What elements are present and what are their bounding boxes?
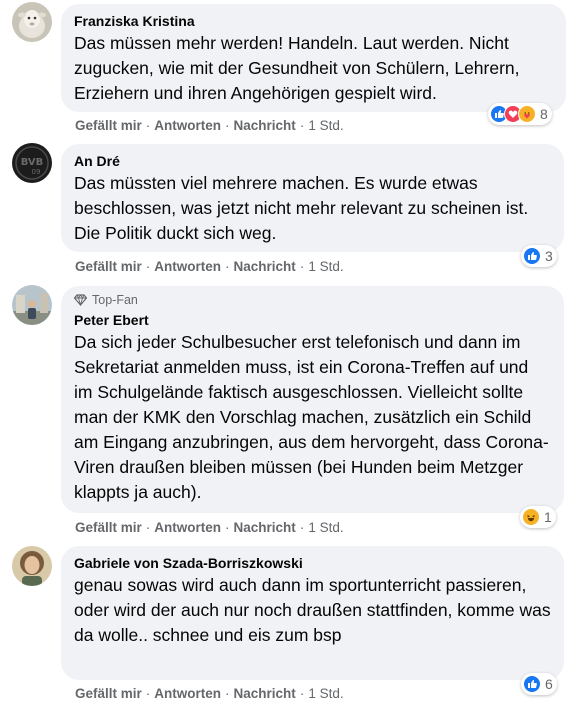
svg-text:09: 09 [32,168,41,176]
reaction-count: 3 [545,248,553,264]
comment-bubble: Top-Fan Peter Ebert Da sich jeder Schulb… [61,286,564,513]
like-icon [523,247,541,265]
reaction-summary[interactable]: 8 [488,103,552,125]
comment-text: Das müssen mehr werden! Handeln. Laut we… [74,33,520,103]
timestamp[interactable]: 1 Std. [308,259,343,274]
like-icon [523,675,541,693]
reaction-summary[interactable]: 1 [520,506,556,528]
message-link[interactable]: Nachricht [234,118,296,133]
avatar[interactable] [12,285,52,325]
reaction-summary[interactable]: 3 [521,245,557,267]
badge-label: Top-Fan [92,293,138,307]
diamond-icon [74,294,87,306]
haha-icon [522,508,540,526]
separator: · [225,118,230,133]
comment-author[interactable]: Peter Ebert [74,311,551,329]
separator: · [299,686,305,701]
message-link[interactable]: Nachricht [234,259,296,274]
care-icon [518,105,536,123]
like-link[interactable]: Gefällt mir [75,686,142,701]
like-link[interactable]: Gefällt mir [75,118,142,133]
reaction-summary[interactable]: 6 [521,673,557,695]
comment-actions: Gefällt mir · Antworten · Nachricht · 1 Std. [75,258,344,276]
separator: · [225,520,230,535]
comment-actions: Gefällt mir · Antworten · Nachricht · 1 Std. [75,117,344,135]
comment-author[interactable]: Franziska Kristina [74,12,553,30]
separator: · [299,259,305,274]
avatar[interactable] [12,546,52,586]
avatar[interactable] [12,2,52,42]
timestamp[interactable]: 1 Std. [308,686,343,701]
comment-text: genau sowas wird auch dann im sportunter… [74,575,551,645]
reaction-count: 6 [545,676,553,692]
reply-link[interactable]: Antworten [154,118,221,133]
reaction-count: 1 [544,509,552,525]
separator: · [145,686,151,701]
message-link[interactable]: Nachricht [234,686,296,701]
comment-bubble: Franziska Kristina Das müssen mehr werde… [61,4,566,112]
timestamp[interactable]: 1 Std. [308,118,343,133]
separator: · [145,259,151,274]
comment-actions: Gefällt mir · Antworten · Nachricht · 1 Std. [75,519,344,537]
separator: · [299,118,305,133]
separator: · [299,520,305,535]
reaction-count: 8 [540,106,548,122]
comment-author[interactable]: Gabriele von Szada-Borriszkowski [74,554,551,572]
reply-link[interactable]: Antworten [154,520,221,535]
like-link[interactable]: Gefällt mir [75,520,142,535]
comment-actions: Gefällt mir · Antworten · Nachricht · 1 Std. [75,685,344,703]
comment-author[interactable]: An Dré [74,152,551,170]
separator: · [225,686,230,701]
avatar[interactable]: BVB 09 [12,143,52,183]
comment-bubble: An Dré Das müssten viel mehrere machen. … [61,144,564,252]
separator: · [225,259,230,274]
reply-link[interactable]: Antworten [154,259,221,274]
svg-text:BVB: BVB [21,157,44,168]
comment-text: Da sich jeder Schulbesucher erst telefon… [74,332,549,502]
message-link[interactable]: Nachricht [234,520,296,535]
comment-text: Das müssten viel mehrere machen. Es wurd… [74,173,529,243]
comment-bubble: Gabriele von Szada-Borriszkowski genau s… [61,546,564,680]
timestamp[interactable]: 1 Std. [308,520,343,535]
separator: · [145,118,151,133]
reply-link[interactable]: Antworten [154,686,221,701]
top-fan-badge: Top-Fan [74,292,551,308]
separator: · [145,520,151,535]
like-link[interactable]: Gefällt mir [75,259,142,274]
